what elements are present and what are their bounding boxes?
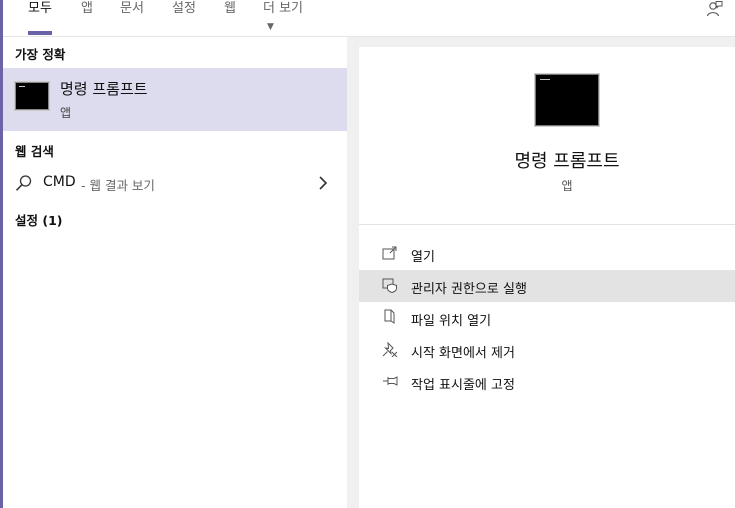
command-prompt-large-icon [535,74,599,126]
chevron-down-icon: ▼ [267,22,274,32]
open-file-location-label: 파일 위치 열기 [411,314,492,329]
best-match-item[interactable]: 명령 프롬프트 앱 [3,68,347,131]
unpin-start-icon [382,341,398,357]
pin-to-taskbar-action[interactable]: 작업 표시줄에 고정 [359,366,735,398]
open-action[interactable]: 열기 [359,238,735,270]
unpin-from-start-label: 시작 화면에서 제거 [411,346,515,361]
run-as-admin-action[interactable]: 관리자 권한으로 실행 [359,270,735,302]
tab-web-label: 웹 [224,1,236,16]
tab-apps[interactable]: 앱 [81,0,93,18]
active-tab-indicator [28,31,52,35]
tab-settings-label: 설정 [172,1,196,16]
panel-gap [347,37,359,508]
web-search-heading: 웹 검색 [15,144,54,159]
search-tab-bar: 모두 앱 문서 설정 웹 더 보기 ▼ [3,0,735,37]
run-as-admin-icon [382,278,397,293]
tab-documents-label: 문서 [120,1,144,16]
tab-settings[interactable]: 설정 [172,0,196,18]
run-as-admin-label: 관리자 권한으로 실행 [411,282,527,297]
tab-more[interactable]: 더 보기 ▼ [263,0,303,36]
command-prompt-icon [15,82,49,110]
app-type: 앱 [561,179,573,193]
details-panel: 명령 프롬프트 앱 열기 관리자 권한으로 실행 파일 위치 열기 시작 화면에… [359,47,735,508]
tab-all[interactable]: 모두 [28,0,52,35]
pin-to-taskbar-label: 작업 표시줄에 고정 [411,378,515,393]
app-title: 명령 프롬프트 [514,151,620,172]
tab-more-label: 더 보기 [263,1,304,16]
open-file-location-action[interactable]: 파일 위치 열기 [359,302,735,334]
divider [359,224,735,225]
file-location-icon [384,309,395,324]
feedback-icon[interactable] [705,0,723,18]
best-match-type: 앱 [60,106,72,120]
unpin-from-start-action[interactable]: 시작 화면에서 제거 [359,334,735,366]
tab-web[interactable]: 웹 [224,0,236,18]
web-search-query: CMD [43,174,76,190]
open-action-label: 열기 [411,250,435,265]
best-match-title: 명령 프롬프트 [60,80,148,98]
settings-heading[interactable]: 설정 (1) [15,210,62,229]
search-icon [15,175,32,191]
chevron-right-icon[interactable] [317,176,329,190]
tab-all-label: 모두 [28,1,52,16]
pin-taskbar-icon [383,376,398,386]
tab-apps-label: 앱 [81,1,93,16]
best-match-heading: 가장 정확 [15,47,66,62]
results-panel: 가장 정확 명령 프롬프트 앱 웹 검색 CMD - 웹 결과 보기 설정 (1… [3,37,347,508]
open-icon [382,246,397,260]
tab-documents[interactable]: 문서 [120,0,144,18]
web-search-hint: - 웹 결과 보기 [81,178,155,193]
web-search-result[interactable]: CMD - 웹 결과 보기 [3,170,347,196]
